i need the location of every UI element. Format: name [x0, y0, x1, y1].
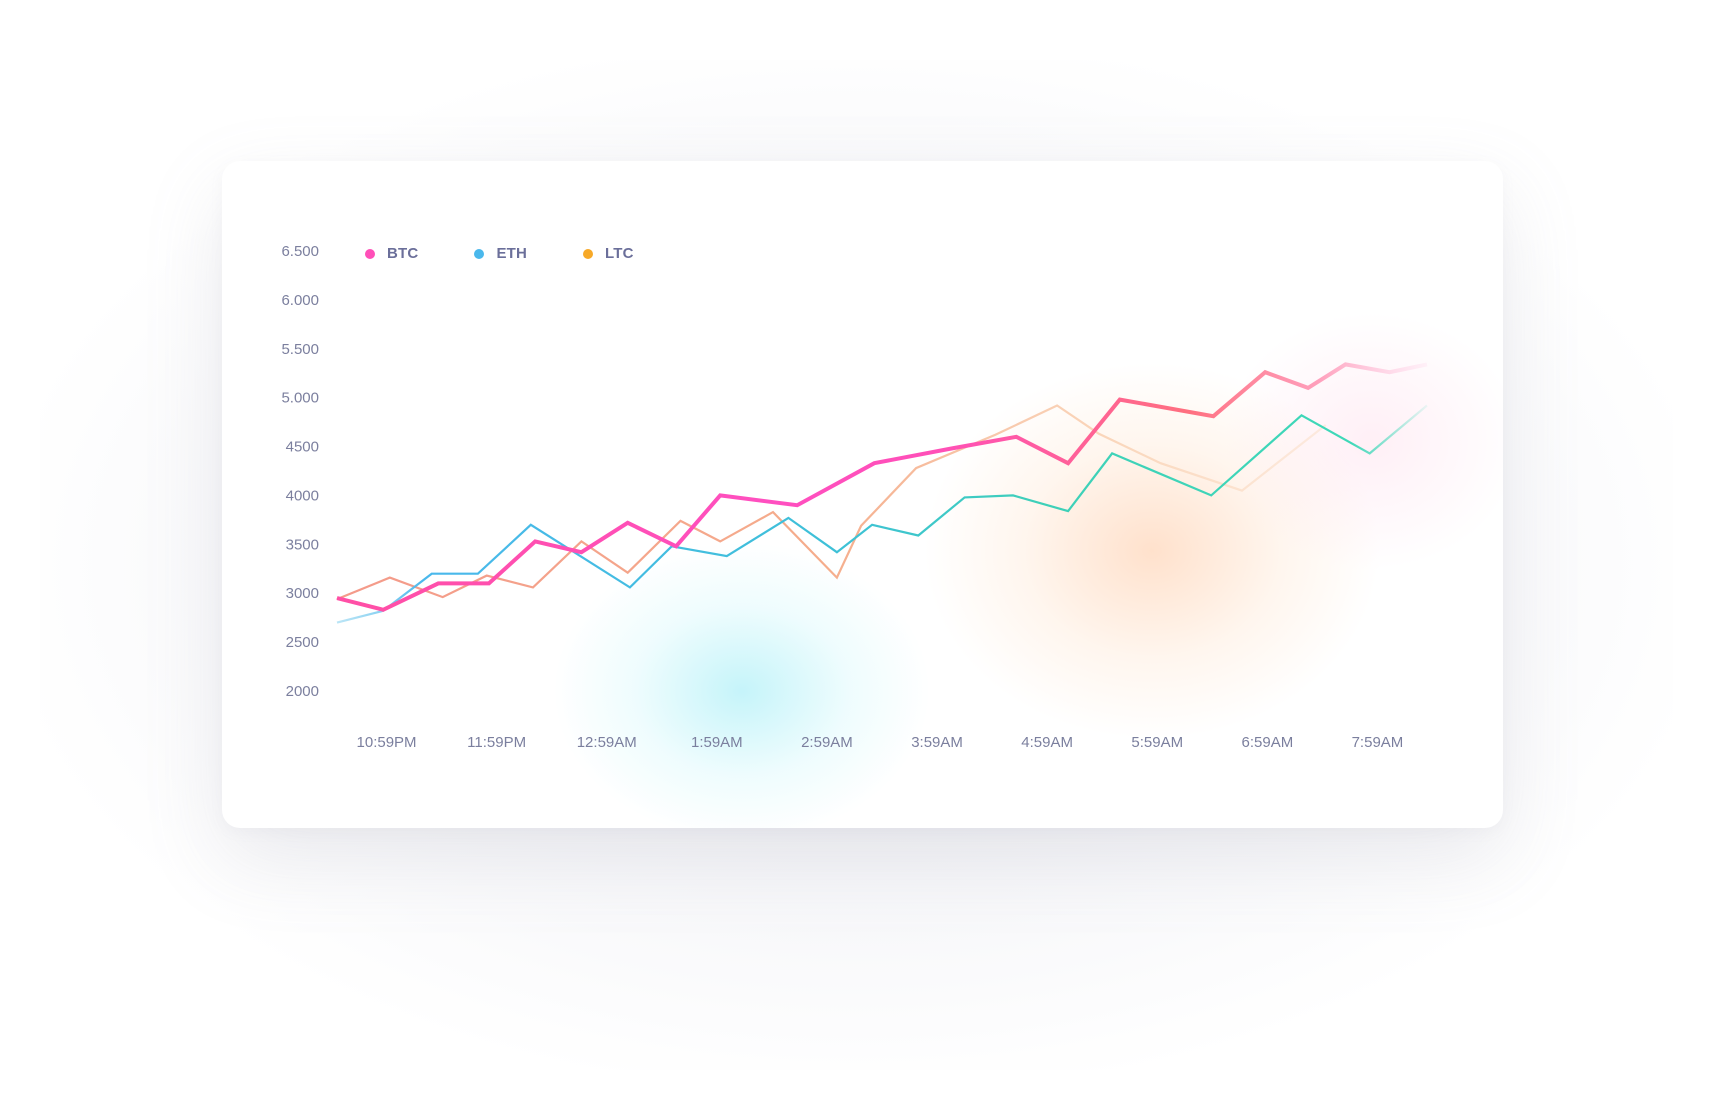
series-line-ltc[interactable]: [336, 404, 1327, 601]
legend-label-btc: BTC: [387, 245, 419, 262]
x-tick-label: 4:59AM: [1021, 734, 1073, 751]
y-tick-label: 6.000: [281, 292, 319, 309]
x-tick-label: 3:59AM: [911, 734, 963, 751]
y-tick-label: 5.500: [281, 341, 319, 358]
legend-item-eth[interactable]: ETH: [474, 245, 527, 262]
series-layer: [336, 362, 1428, 624]
series-line-btc[interactable]: [336, 362, 1428, 612]
x-tick-label: 6:59AM: [1242, 734, 1294, 751]
legend-label-eth: ETH: [496, 245, 528, 262]
y-tick-label: 4500: [286, 439, 319, 456]
x-axis: 10:59PM 11:59PM 12:59AM 1:59AM 2:59AM 3:59AM 4…: [357, 734, 1404, 751]
legend-dot-eth: [474, 248, 485, 259]
y-tick-label: 3500: [286, 536, 319, 553]
chart-card: 6.500 6.000 5.500 5.000 4500 4000 3500 3000 2500…: [222, 161, 1503, 828]
legend-dot-ltc: [583, 248, 594, 259]
x-tick-label: 1:59AM: [691, 734, 743, 751]
legend-item-ltc[interactable]: LTC: [583, 245, 634, 262]
chart-legend: BTC ETH LTC: [365, 245, 690, 262]
y-tick-label: 6.500: [281, 243, 319, 260]
y-axis: 6.500 6.000 5.500 5.000 4500 4000 3500 3000 2500…: [281, 243, 319, 700]
y-tick-label: 2000: [286, 683, 319, 700]
y-tick-label: 5.000: [281, 390, 319, 407]
x-tick-label: 5:59AM: [1131, 734, 1183, 751]
series-line-eth[interactable]: [336, 404, 1428, 624]
legend-dot-btc: [365, 248, 375, 259]
x-tick-label: 10:59PM: [357, 734, 417, 751]
x-tick-label: 2:59AM: [801, 734, 853, 751]
x-tick-label: 7:59AM: [1352, 734, 1404, 751]
x-tick-label: 12:59AM: [577, 734, 637, 751]
y-tick-label: 3000: [286, 585, 319, 602]
legend-item-btc[interactable]: BTC: [365, 245, 418, 262]
x-tick-label: 11:59PM: [467, 734, 526, 751]
y-tick-label: 4000: [286, 487, 319, 504]
legend-label-ltc: LTC: [605, 245, 634, 262]
y-tick-label: 2500: [286, 634, 319, 651]
